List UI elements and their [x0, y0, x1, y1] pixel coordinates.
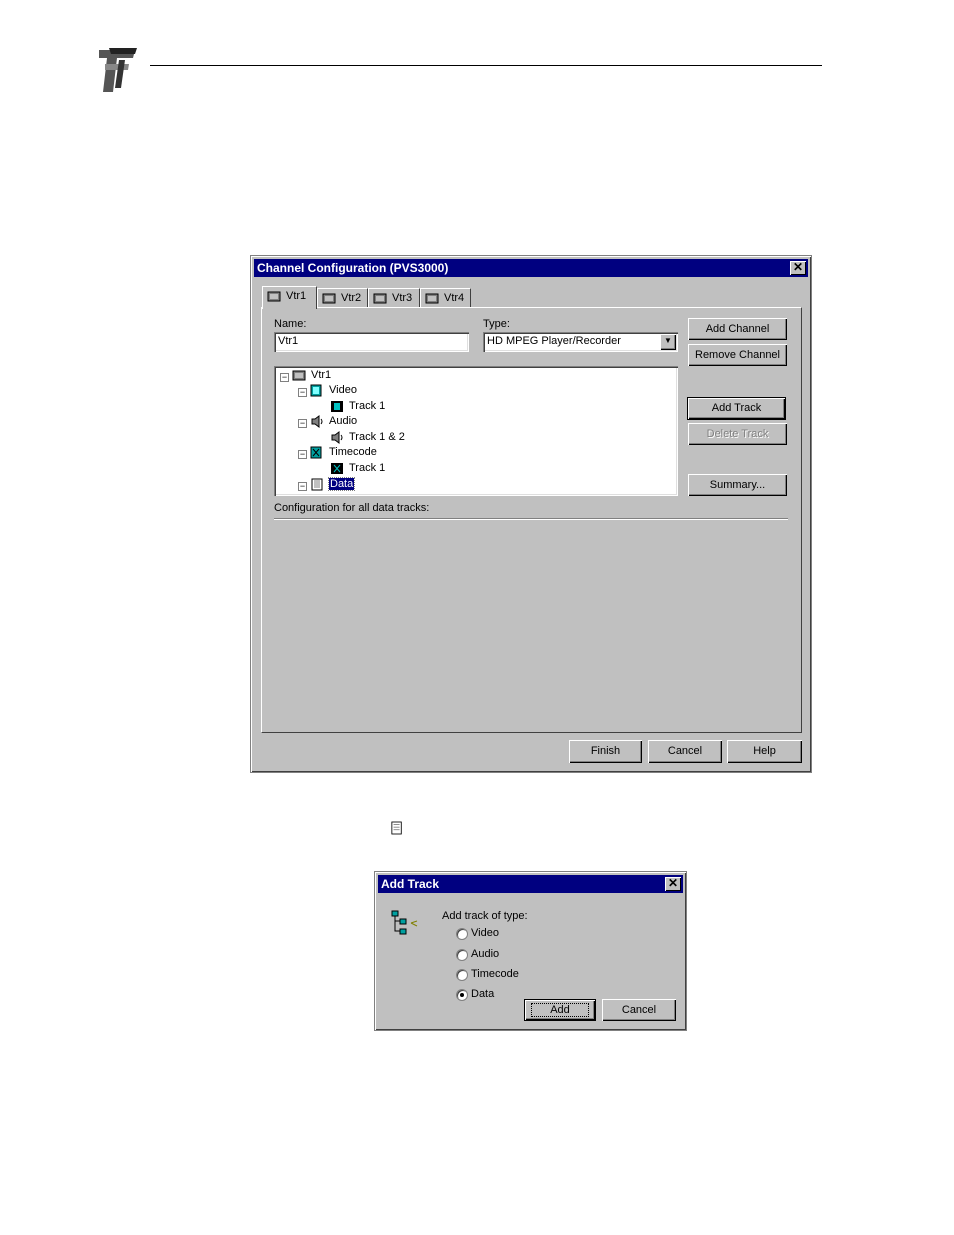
close-icon[interactable]: ✕ [790, 261, 806, 275]
radio-label-timecode: Timecode [471, 968, 519, 980]
collapse-icon[interactable]: − [280, 373, 289, 382]
speaker-icon [331, 430, 343, 444]
tab-label: Vtr1 [286, 290, 307, 302]
name-input[interactable]: Vtr1 [274, 332, 469, 352]
collapse-icon[interactable]: − [298, 388, 307, 397]
button-label: Summary... [709, 479, 766, 491]
track-tree[interactable]: − Vtr1 − Video Track 1 − Audio Track 1 &… [274, 366, 678, 496]
help-button[interactable]: Help [727, 740, 802, 763]
vtr-icon [425, 293, 439, 304]
tree-label: Audio [329, 415, 358, 427]
collapse-icon[interactable]: − [298, 450, 307, 459]
config-label: Configuration for all data tracks: [274, 502, 430, 514]
button-label: Delete Track [706, 428, 769, 440]
name-label: Name: [274, 318, 307, 330]
dialog-title-bar: Add Track ✕ [378, 875, 683, 893]
add-track-prompt: Add track of type: [442, 910, 528, 922]
vtr-icon [267, 291, 281, 302]
chevron-down-icon[interactable]: ▼ [660, 334, 676, 350]
dialog-title-bar: Channel Configuration (PVS3000) ✕ [254, 259, 808, 277]
collapse-icon[interactable]: − [298, 419, 307, 428]
delete-track-button[interactable]: Delete Track [688, 423, 787, 445]
close-icon[interactable]: ✕ [665, 877, 681, 891]
dialog-title: Add Track [381, 877, 440, 891]
tab-vtr4[interactable]: Vtr4 [420, 288, 471, 308]
cancel-button[interactable]: Cancel [602, 999, 676, 1021]
tree-label: Track 1 [349, 400, 386, 412]
radio-label-data: Data [471, 988, 495, 1000]
tree-item-data[interactable]: Data [310, 477, 356, 492]
speaker-icon [311, 414, 323, 428]
add-track-dialog: Add Track ✕ Add track of type: Video Aud… [374, 871, 687, 1031]
header-rule [150, 65, 822, 66]
tree-item-video-track[interactable]: Track 1 [330, 399, 385, 414]
tree-label: Vtr1 [311, 369, 332, 381]
vtr-icon [373, 293, 387, 304]
type-label: Type: [483, 318, 510, 330]
type-select-value: HD MPEG Player/Recorder [487, 335, 621, 347]
timecode-icon [310, 446, 322, 459]
button-label: Add Channel [705, 323, 770, 335]
type-select[interactable]: HD MPEG Player/Recorder ▼ [483, 332, 678, 352]
add-track-button[interactable]: Add Track [687, 397, 786, 420]
collapse-icon[interactable]: − [298, 482, 307, 491]
tab-vtr1[interactable]: Vtr1 [262, 286, 317, 309]
tree-item-timecode-track[interactable]: Track 1 [330, 461, 385, 476]
channel-configuration-dialog: Channel Configuration (PVS3000) ✕ Vtr1 V… [250, 255, 812, 773]
tree-item-timecode[interactable]: Timecode [310, 445, 377, 460]
radio-label-audio: Audio [471, 948, 500, 960]
button-label: Cancel [621, 1004, 657, 1016]
radio-data[interactable] [456, 989, 468, 1001]
tree-structure-icon [391, 910, 418, 935]
tree-label: Video [329, 384, 357, 396]
vtr-icon [322, 293, 336, 304]
button-label: Finish [590, 745, 621, 757]
summary-button[interactable]: Summary... [688, 474, 787, 496]
radio-timecode[interactable] [456, 969, 468, 981]
tree-label: Track 1 [349, 462, 386, 474]
tree-item-audio-track[interactable]: Track 1 & 2 [330, 430, 405, 445]
button-label: Add Track [711, 402, 762, 414]
company-logo-icon [95, 44, 139, 94]
radio-video[interactable] [456, 928, 468, 940]
remove-channel-button[interactable]: Remove Channel [688, 344, 787, 366]
vtr-icon [292, 370, 306, 381]
film-icon [331, 400, 343, 412]
tab-vtr3[interactable]: Vtr3 [368, 288, 420, 308]
add-channel-button[interactable]: Add Channel [688, 318, 787, 340]
tab-label: Vtr3 [392, 292, 413, 304]
tab-vtr2[interactable]: Vtr2 [317, 288, 368, 308]
radio-label-video: Video [471, 927, 499, 939]
add-button[interactable]: Add [524, 999, 596, 1021]
cancel-button[interactable]: Cancel [648, 740, 722, 763]
tab-label: Vtr4 [444, 292, 465, 304]
radio-audio[interactable] [456, 949, 468, 961]
tree-label-selected: Data [327, 477, 356, 491]
button-label: Cancel [667, 745, 703, 757]
finish-button[interactable]: Finish [569, 740, 642, 763]
tree-label: Timecode [329, 446, 377, 458]
button-label: Remove Channel [695, 349, 780, 361]
data-icon [391, 821, 402, 835]
config-divider [274, 518, 788, 520]
tree-item-vtr1[interactable]: Vtr1 [292, 368, 331, 383]
video-icon [310, 384, 322, 397]
timecode-track-icon [331, 462, 343, 474]
tree-item-audio[interactable]: Audio [310, 414, 357, 429]
button-label: Add [531, 1003, 589, 1017]
data-icon [311, 478, 323, 491]
tree-label: Track 1 & 2 [349, 431, 405, 443]
tree-item-video[interactable]: Video [310, 383, 357, 398]
tab-label: Vtr2 [341, 292, 362, 304]
name-input-value: Vtr1 [278, 335, 299, 347]
dialog-title: Channel Configuration (PVS3000) [257, 261, 449, 275]
tab-panel: Name: Vtr1 Type: HD MPEG Player/Recorder… [261, 307, 802, 733]
button-label: Help [753, 745, 776, 757]
